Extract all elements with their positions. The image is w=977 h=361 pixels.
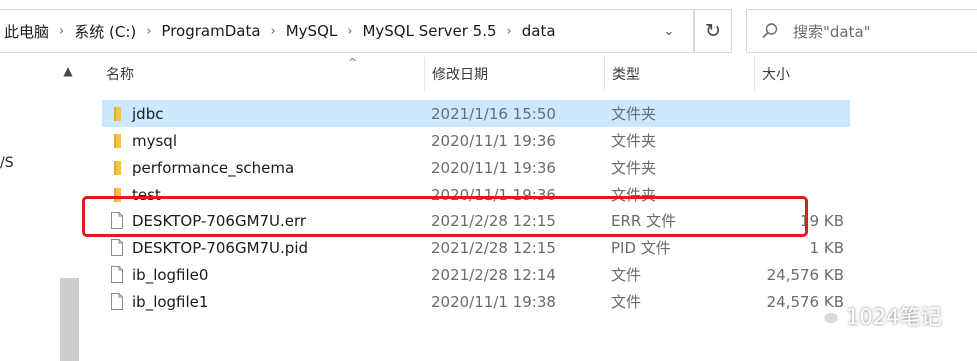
breadcrumb-label: data bbox=[521, 22, 556, 40]
file-name: ib_logfile1 bbox=[132, 292, 209, 311]
breadcrumb-programdata[interactable]: ProgramData › bbox=[157, 10, 281, 52]
chevron-right-icon[interactable]: › bbox=[265, 24, 282, 39]
file-row[interactable]: jdbc 2021/1/16 15:50 文件夹 bbox=[102, 100, 850, 127]
file-name: DESKTOP-706GM7U.pid bbox=[132, 238, 309, 257]
file-date: 2020/11/1 19:38 bbox=[431, 292, 556, 311]
breadcrumb-label: ProgramData bbox=[161, 22, 261, 40]
file-date: 2020/11/1 19:36 bbox=[431, 158, 556, 177]
column-header-label: 大小 bbox=[762, 67, 790, 83]
file-date: 2021/2/28 12:15 bbox=[431, 238, 556, 257]
nav-scrollbar-thumb[interactable] bbox=[60, 278, 79, 361]
column-headers: 名称 ^ 修改日期 类型 大小 bbox=[92, 56, 852, 91]
file-icon bbox=[111, 266, 123, 283]
breadcrumb-this-pc[interactable]: 此电脑 › bbox=[0, 10, 70, 52]
column-header-size[interactable]: 大小 bbox=[754, 57, 852, 91]
column-header-label: 类型 bbox=[612, 67, 640, 83]
file-row[interactable]: DESKTOP-706GM7U.pid 2021/2/28 12:15 PID … bbox=[102, 234, 850, 261]
file-size: 1 KB bbox=[809, 238, 844, 257]
address-dropdown-button[interactable]: ⌄ bbox=[646, 10, 692, 52]
file-icon bbox=[111, 239, 123, 256]
refresh-button[interactable]: ↻ bbox=[694, 9, 732, 53]
column-header-type[interactable]: 类型 bbox=[604, 57, 754, 91]
breadcrumb-label: MySQL bbox=[285, 22, 338, 40]
highlight-box bbox=[82, 196, 808, 237]
chevron-down-icon: ⌄ bbox=[663, 23, 675, 39]
file-row[interactable]: ib_logfile1 2020/11/1 19:38 文件 24,576 KB bbox=[102, 288, 850, 315]
watermark-text: 1024笔记 bbox=[846, 305, 942, 329]
file-date: 2020/11/1 19:36 bbox=[431, 131, 556, 150]
address-bar[interactable]: 此电脑 › 系统 (C:) › ProgramData › MySQL › My… bbox=[0, 9, 694, 53]
chevron-right-icon[interactable]: › bbox=[140, 24, 157, 39]
file-type: PID 文件 bbox=[611, 239, 671, 257]
file-type: 文件 bbox=[611, 293, 642, 311]
folder-icon bbox=[114, 107, 121, 121]
folder-icon bbox=[114, 134, 121, 148]
breadcrumb-mysql[interactable]: MySQL › bbox=[282, 10, 359, 52]
refresh-icon: ↻ bbox=[705, 20, 721, 42]
column-header-label: 修改日期 bbox=[432, 67, 488, 83]
navigation-pane[interactable]: ▲ /S bbox=[0, 53, 80, 361]
file-type: 文件夹 bbox=[611, 159, 657, 177]
file-row[interactable]: ib_logfile0 2021/2/28 12:14 文件 24,576 KB bbox=[102, 261, 850, 288]
column-header-label: 名称 bbox=[106, 67, 134, 83]
file-date: 2021/2/28 12:14 bbox=[431, 265, 556, 284]
breadcrumb-data[interactable]: data bbox=[518, 10, 560, 52]
file-row[interactable]: performance_schema 2020/11/1 19:36 文件夹 bbox=[102, 154, 850, 181]
file-size: 24,576 KB bbox=[766, 265, 844, 284]
search-placeholder: 搜索"data" bbox=[793, 22, 871, 41]
file-type: 文件夹 bbox=[611, 105, 657, 123]
file-name: jdbc bbox=[132, 104, 164, 123]
sort-ascending-icon: ^ bbox=[348, 56, 358, 69]
breadcrumb-mysql-server[interactable]: MySQL Server 5.5 › bbox=[358, 10, 517, 52]
column-header-date[interactable]: 修改日期 bbox=[424, 57, 604, 91]
chevron-right-icon[interactable]: › bbox=[341, 24, 358, 39]
folder-icon bbox=[114, 161, 121, 175]
watermark: 1024笔记 bbox=[814, 301, 941, 331]
file-type: 文件 bbox=[611, 266, 642, 284]
file-name: ib_logfile0 bbox=[132, 265, 209, 284]
breadcrumb-label: 此电脑 bbox=[4, 22, 50, 41]
file-name: performance_schema bbox=[132, 158, 295, 177]
chevron-right-icon[interactable]: › bbox=[501, 24, 518, 39]
breadcrumb-label: MySQL Server 5.5 bbox=[362, 22, 497, 40]
file-icon bbox=[111, 293, 123, 310]
search-input[interactable]: 搜索"data" bbox=[746, 9, 977, 53]
scroll-up-icon[interactable]: ▲ bbox=[58, 61, 78, 81]
file-row[interactable]: mysql 2020/11/1 19:36 文件夹 bbox=[102, 127, 850, 154]
breadcrumb-system-c[interactable]: 系统 (C:) › bbox=[70, 10, 157, 52]
wechat-icon bbox=[814, 305, 840, 326]
nav-item-label[interactable]: /S bbox=[0, 155, 14, 171]
chevron-right-icon[interactable]: › bbox=[53, 24, 70, 39]
file-name: mysql bbox=[132, 131, 177, 150]
breadcrumb-label: 系统 (C:) bbox=[74, 22, 137, 41]
file-type: 文件夹 bbox=[611, 132, 657, 150]
search-icon bbox=[762, 23, 778, 39]
file-date: 2021/1/16 15:50 bbox=[431, 104, 556, 123]
column-header-name[interactable]: 名称 bbox=[106, 57, 424, 91]
